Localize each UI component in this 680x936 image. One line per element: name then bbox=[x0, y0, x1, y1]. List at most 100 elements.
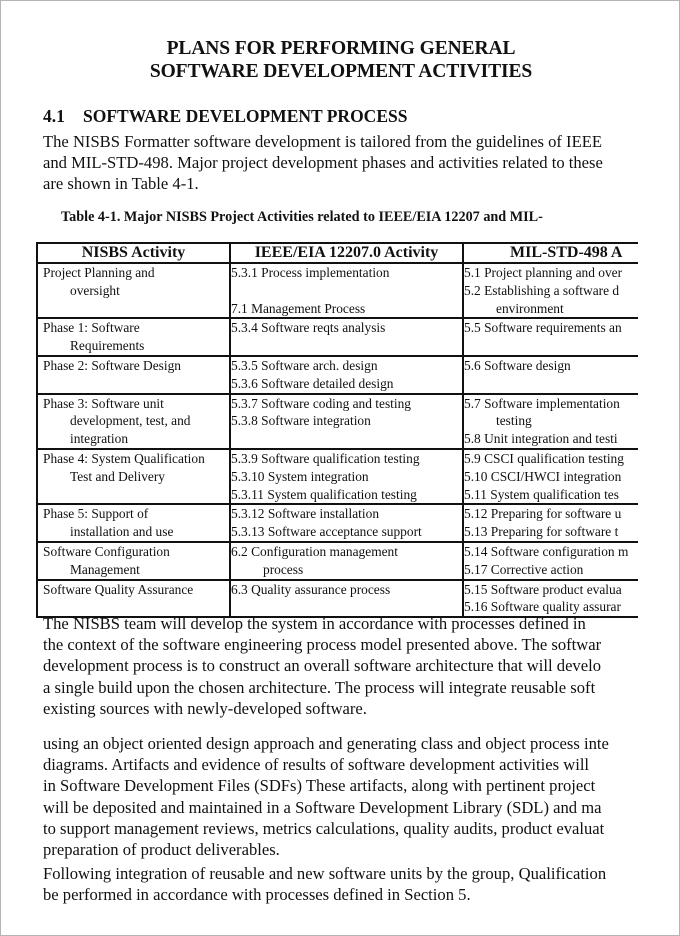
cell-line: 5.7 Software implementation bbox=[464, 395, 620, 411]
cell-line: installation and use bbox=[70, 524, 174, 540]
activity-cell: Software Configuration Management bbox=[36, 540, 231, 581]
table-row: Phase 4: System Qualification Test and De… bbox=[36, 447, 638, 506]
text-line: are shown in Table 4-1. bbox=[43, 174, 199, 194]
document-title-line-1: PLANS FOR PERFORMING GENERAL bbox=[166, 38, 516, 59]
ieee-cell: 6.3 Quality assurance process bbox=[229, 578, 464, 619]
ieee-cell: 5.3.7 Software coding and testing 5.3.8 S… bbox=[229, 392, 464, 450]
cell-line: Test and Delivery bbox=[70, 468, 165, 484]
ieee-cell: 5.3.12 Software installation 5.3.13 Softw… bbox=[229, 503, 464, 543]
paragraph-process-model: The NISBS team will develop the system i… bbox=[43, 613, 601, 719]
text-line: existing sources with newly-developed so… bbox=[43, 698, 367, 718]
cell-line: 6.3 Quality assurance process bbox=[231, 581, 391, 597]
activity-cell: Project Planning and oversight bbox=[36, 261, 231, 320]
cell-line: Phase 5: Support of bbox=[43, 506, 149, 522]
cell-line: 5.3.10 System integration bbox=[231, 468, 369, 484]
table-row: Software Configuration Management 6.2 Conf… bbox=[36, 540, 638, 581]
activities-table: NISBS Activity IEEE/EIA 12207.0 Activity… bbox=[36, 242, 638, 619]
table-caption: Table 4-1. Major NISBS Project Activitie… bbox=[61, 209, 543, 225]
cell-line: process bbox=[263, 561, 304, 577]
mil-cell: 5.1 Project planning and over 5.2 Establi… bbox=[462, 261, 638, 320]
cell-line: testing bbox=[496, 413, 532, 429]
cell-line: Requirements bbox=[70, 338, 145, 354]
cell-line: Phase 2: Software Design bbox=[43, 357, 181, 373]
table-header-row: NISBS Activity IEEE/EIA 12207.0 Activity… bbox=[36, 242, 638, 264]
cell-line: 5.11 System qualification tes bbox=[464, 486, 619, 502]
column-header-nisbs-activity: NISBS Activity bbox=[36, 242, 231, 264]
cell-line: 5.3.6 Software detailed design bbox=[231, 375, 394, 391]
text-line: diagrams. Artifacts and evidence of resu… bbox=[43, 755, 590, 775]
table-row: Phase 2: Software Design 5.3.5 Software a… bbox=[36, 354, 638, 395]
table-row: Project Planning and oversight 5.3.1 Proce… bbox=[36, 261, 638, 320]
ieee-cell: 5.3.1 Process implementation 7.1 Manageme… bbox=[229, 261, 464, 320]
ieee-cell: 5.3.4 Software reqts analysis bbox=[229, 317, 464, 357]
cell-line: 5.8 Unit integration and testi bbox=[464, 431, 618, 447]
cell-line: 7.1 Management Process bbox=[231, 300, 366, 316]
cell-line: oversight bbox=[70, 282, 120, 298]
cell-line: 5.3.12 Software installation bbox=[231, 506, 380, 522]
text-line: the context of the software engineering … bbox=[43, 635, 602, 655]
text-line: The NISBS Formatter software development… bbox=[43, 132, 602, 151]
mil-cell: 5.5 Software requirements an bbox=[462, 317, 638, 357]
cell-line: 5.2 Establishing a software d bbox=[464, 282, 620, 298]
cell-line: Project Planning and bbox=[43, 265, 155, 280]
column-header-ieee-activity: IEEE/EIA 12207.0 Activity bbox=[229, 242, 464, 264]
cell-line: 5.14 Software configuration m bbox=[464, 543, 629, 559]
cell-line: 5.3.9 Software qualification testing bbox=[231, 450, 420, 466]
cell-line: Phase 4: System Qualification bbox=[43, 450, 205, 466]
cell-line: 5.17 Corrective action bbox=[464, 561, 584, 577]
cell-line: 5.3.5 Software arch. design bbox=[231, 357, 378, 373]
table-row: Phase 3: Software unit development, test,… bbox=[36, 392, 638, 450]
cell-line: Software Quality Assurance bbox=[43, 581, 194, 597]
text-line: The NISBS team will develop the system i… bbox=[43, 614, 586, 633]
section-heading: 4.1 SOFTWARE DEVELOPMENT PROCESS bbox=[43, 106, 407, 127]
page-content: PLANS FOR PERFORMING GENERAL SOFTWARE DE… bbox=[1, 1, 638, 935]
cell-line: Phase 3: Software unit bbox=[43, 395, 164, 411]
cell-line: 5.9 CSCI qualification testing bbox=[464, 450, 624, 466]
mil-cell: 5.15 Software product evalua 5.16 Softwar… bbox=[462, 578, 638, 619]
cell-line: 5.3.11 System qualification testing bbox=[231, 486, 417, 502]
mil-cell: 5.7 Software implementation testing 5.8 Un… bbox=[462, 392, 638, 450]
text-line: be performed in accordance with processe… bbox=[43, 885, 471, 905]
intro-paragraph: The NISBS Formatter software development… bbox=[43, 131, 603, 195]
cell-line bbox=[232, 282, 461, 300]
cell-line: integration bbox=[70, 431, 129, 447]
section-number: 4.1 bbox=[43, 106, 65, 126]
cell-line: 5.3.7 Software coding and testing bbox=[231, 395, 411, 411]
activity-cell: Software Quality Assurance bbox=[36, 578, 231, 619]
cell-line: 5.3.13 Software acceptance support bbox=[231, 524, 422, 540]
text-line: development process is to construct an o… bbox=[43, 656, 601, 676]
cell-line: environment bbox=[496, 300, 564, 316]
document-page: PLANS FOR PERFORMING GENERAL SOFTWARE DE… bbox=[0, 0, 680, 936]
activity-cell: Phase 1: Software Requirements bbox=[36, 317, 231, 357]
cell-line: 5.1 Project planning and over bbox=[464, 265, 623, 280]
mil-cell: 5.6 Software design bbox=[462, 354, 638, 395]
cell-line: 6.2 Configuration management bbox=[231, 543, 398, 559]
text-line: in Software Development Files (SDFs) The… bbox=[43, 776, 596, 796]
cell-line: 5.3.1 Process implementation bbox=[231, 265, 390, 280]
paragraph-qualification: Following integration of reusable and ne… bbox=[43, 863, 606, 905]
text-line: using an object oriented design approach… bbox=[43, 734, 609, 753]
cell-line: 5.13 Preparing for software t bbox=[464, 524, 619, 540]
activity-cell: Phase 2: Software Design bbox=[36, 354, 231, 395]
column-header-mil-std: MIL-STD-498 A bbox=[462, 242, 638, 264]
mil-cell: 5.14 Software configuration m 5.17 Correc… bbox=[462, 540, 638, 581]
table-row: Software Quality Assurance 6.3 Quality as… bbox=[36, 578, 638, 619]
document-title-line-2: SOFTWARE DEVELOPMENT ACTIVITIES bbox=[149, 61, 533, 82]
section-title: SOFTWARE DEVELOPMENT PROCESS bbox=[83, 106, 408, 126]
cell-line: 5.3.8 Software integration bbox=[231, 413, 371, 429]
text-line: a single build upon the chosen architect… bbox=[43, 677, 596, 697]
cell-line: Software Configuration bbox=[43, 543, 170, 559]
ieee-cell: 5.3.9 Software qualification testing 5.3.… bbox=[229, 447, 464, 506]
mil-cell: 5.12 Preparing for software u 5.13 Prepar… bbox=[462, 503, 638, 543]
paragraph-artifacts: using an object oriented design approach… bbox=[43, 733, 609, 860]
text-line: to support management reviews, metrics c… bbox=[43, 818, 605, 838]
text-line: preparation of product deliverables. bbox=[43, 840, 280, 860]
ieee-cell: 6.2 Configuration management process bbox=[229, 540, 464, 581]
cell-line: 5.12 Preparing for software u bbox=[464, 506, 622, 522]
table-row: Phase 1: Software Requirements 5.3.4 Softw… bbox=[36, 317, 638, 357]
cell-line: Management bbox=[70, 561, 140, 577]
text-line: Following integration of reusable and ne… bbox=[43, 864, 607, 883]
cell-line: Phase 1: Software bbox=[43, 320, 140, 336]
cell-line: 5.3.4 Software reqts analysis bbox=[231, 320, 386, 336]
activity-cell: Phase 4: System Qualification Test and De… bbox=[36, 447, 231, 506]
